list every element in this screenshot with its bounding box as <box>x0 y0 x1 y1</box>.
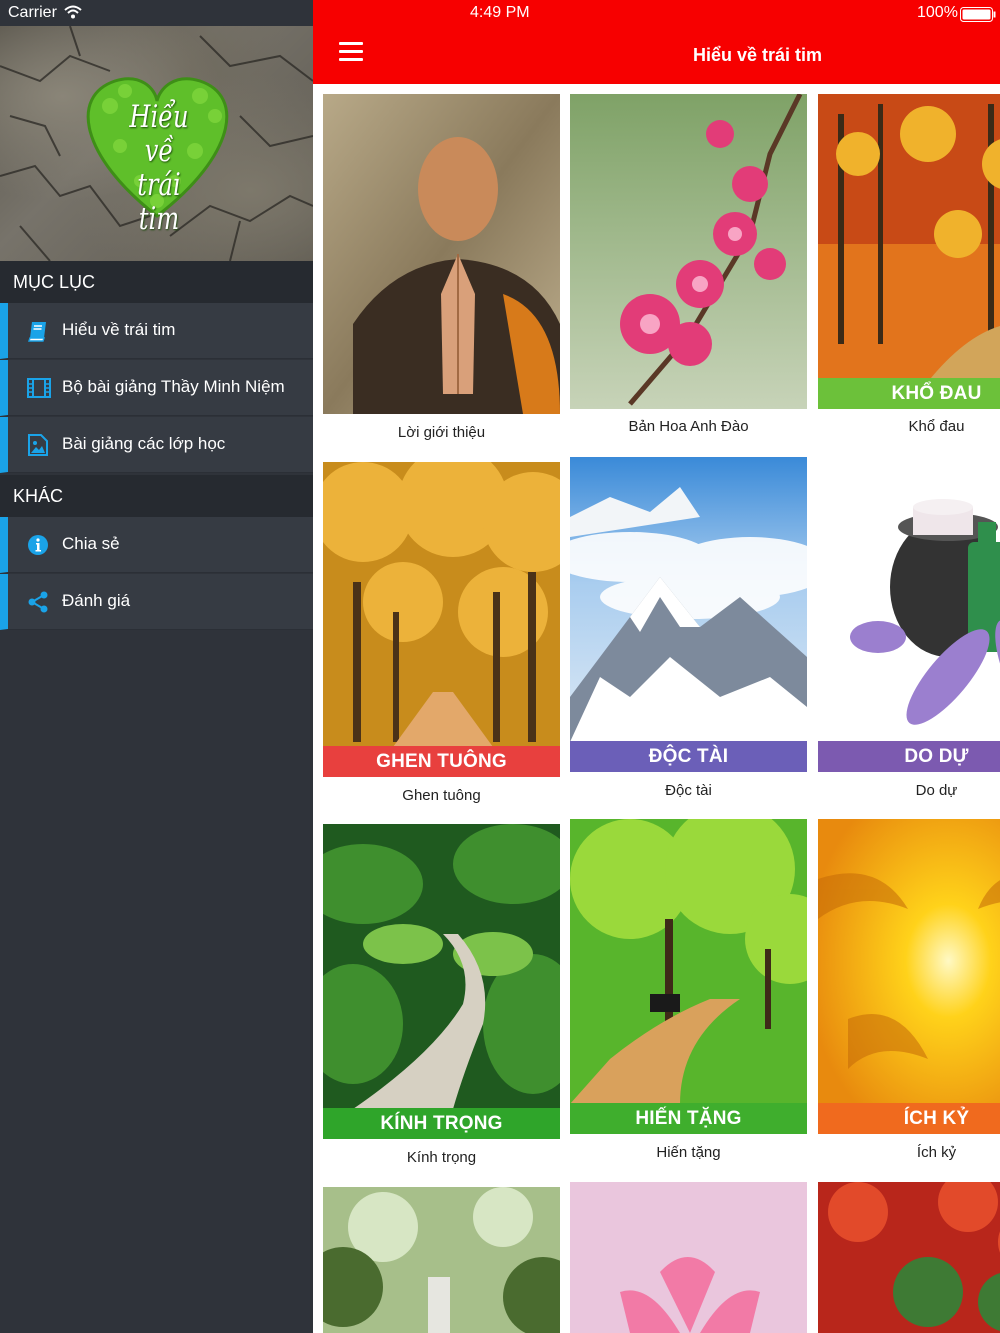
card-banner-label: GHEN TUÔNG <box>323 746 560 777</box>
film-icon <box>27 378 51 398</box>
sidebar-item-label: Đánh giá <box>62 591 131 610</box>
sidebar: Carrier Hiểu về trái tim MỤC LỤC Hiểu về… <box>0 0 313 1333</box>
grid-card-ban-hoa-anh-dao[interactable]: Bản Hoa Anh Đào <box>570 94 807 444</box>
wifi-icon <box>64 5 82 19</box>
section-header-muc-luc: MỤC LỤC <box>0 261 313 303</box>
sidebar-item-label: Bộ bài giảng Thầy Minh Niệm <box>62 377 285 396</box>
card-caption: Ích kỷ <box>916 1144 957 1161</box>
card-banner-label: HIẾN TẶNG <box>570 1103 807 1134</box>
book-icon <box>28 322 46 342</box>
sidebar-item-bo-bai-giang[interactable]: Bộ bài giảng Thầy Minh Niệm <box>0 360 313 416</box>
card-image: DO DỰ <box>818 457 1000 772</box>
card-banner-label: KHỔ ĐAU <box>818 378 1000 409</box>
card-image <box>323 94 560 414</box>
card-banner-label: KÍNH TRỌNG <box>323 1108 560 1139</box>
card-image: ÍCH KỶ <box>818 819 1000 1134</box>
card-caption: Do dự <box>915 782 958 799</box>
grid-card-kinh-trong[interactable]: KÍNH TRỌNG Kính trọng <box>323 824 560 1169</box>
hamburger-icon[interactable] <box>339 42 363 64</box>
sidebar-item-chia-se[interactable]: Chia sẻ <box>0 517 313 573</box>
image-icon <box>28 434 48 456</box>
grid-card-row4-1[interactable] <box>323 1187 560 1333</box>
card-image: HIẾN TẶNG <box>570 819 807 1134</box>
share-icon <box>28 591 48 613</box>
carrier-label: Carrier <box>8 4 57 21</box>
battery-icon <box>960 7 996 22</box>
card-image: KÍNH TRỌNG <box>323 824 560 1139</box>
card-image <box>570 1182 807 1333</box>
card-image: ĐỘC TÀI <box>570 457 807 772</box>
sidebar-item-label: Chia sẻ <box>62 534 120 553</box>
card-caption: Độc tài <box>665 782 712 799</box>
card-banner-label: ĐỘC TÀI <box>570 741 807 772</box>
card-image <box>323 1187 560 1333</box>
sidebar-item-label: Hiểu về trái tim <box>62 320 176 339</box>
sidebar-item-hieu-ve-trai-tim[interactable]: Hiểu về trái tim <box>0 303 313 359</box>
card-caption: Hiến tặng <box>656 1144 721 1161</box>
card-caption: Bản Hoa Anh Đào <box>628 418 749 435</box>
card-caption: Lời giới thiệu <box>397 424 486 441</box>
info-icon <box>28 535 48 555</box>
sidebar-banner-image: Hiểu về trái tim <box>0 26 313 261</box>
card-image <box>570 94 807 409</box>
card-image: KHỔ ĐAU <box>818 94 1000 409</box>
card-caption: Kính trọng <box>406 1149 477 1166</box>
grid-card-kho-dau[interactable]: KHỔ ĐAU Khổ đau <box>818 94 1000 444</box>
card-banner-label: DO DỰ <box>818 741 1000 772</box>
navigation-bar: 4:49 PM 100% Hiểu về trái tim <box>313 0 1000 84</box>
grid-card-row4-3[interactable] <box>818 1182 1000 1333</box>
grid-card-loi-gioi-thieu[interactable]: Lời giới thiệu <box>323 94 560 454</box>
sidebar-item-label: Bài giảng các lớp học <box>62 434 226 453</box>
status-battery-percent: 100% <box>917 4 958 21</box>
grid-card-doc-tai[interactable]: ĐỘC TÀI Độc tài <box>570 457 807 802</box>
sidebar-item-danh-gia[interactable]: Đánh giá <box>0 574 313 630</box>
card-image: GHEN TUÔNG <box>323 462 560 777</box>
card-caption: Ghen tuông <box>402 787 481 804</box>
status-time: 4:49 PM <box>470 4 530 21</box>
page-title: Hiểu về trái tim <box>693 45 823 65</box>
grid-card-ghen-tuong[interactable]: GHEN TUÔNG Ghen tuông <box>323 462 560 807</box>
status-bar-left: Carrier <box>0 0 313 26</box>
card-banner-label: ÍCH KỶ <box>818 1103 1000 1134</box>
grid-card-row4-2[interactable] <box>570 1182 807 1333</box>
section-header-khac: KHÁC <box>0 475 313 517</box>
banner-heart-title: Hiểu về trái tim <box>129 99 189 237</box>
card-image <box>818 1182 1000 1333</box>
grid-card-hien-tang[interactable]: HIẾN TẶNG Hiến tặng <box>570 819 807 1164</box>
main-content: 4:49 PM 100% Hiểu về trái tim Lời giới t… <box>313 0 1000 1333</box>
grid-card-ich-ky[interactable]: ÍCH KỶ Ích kỷ <box>818 819 1000 1164</box>
grid-card-do-du[interactable]: DO DỰ Do dự <box>818 457 1000 802</box>
sidebar-item-bai-giang-lop-hoc[interactable]: Bài giảng các lớp học <box>0 417 313 473</box>
card-caption: Khổ đau <box>908 418 965 435</box>
